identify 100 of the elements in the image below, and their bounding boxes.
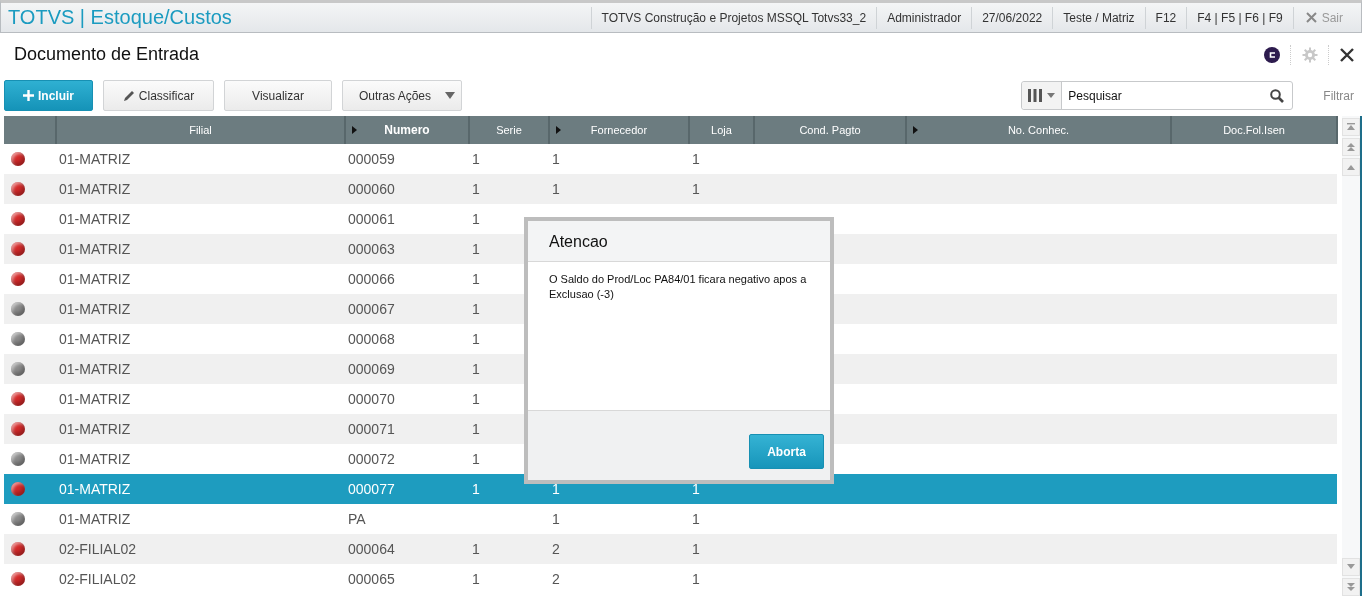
dialog-message: O Saldo do Prod/Loc PA84/01 ficara negativo apos a Exclusao (-3) xyxy=(548,272,808,302)
column-header[interactable]: Cond. Pagto xyxy=(754,116,906,144)
table-cell: 02-FILIAL02 xyxy=(59,541,137,557)
chat-icon[interactable] xyxy=(1264,46,1280,63)
plus-icon xyxy=(23,90,34,101)
column-header[interactable]: Fornecedor xyxy=(549,116,689,144)
page-title: Documento de Entrada xyxy=(14,44,201,65)
table-cell: 01-MATRIZ xyxy=(59,511,131,527)
top-arrow-icon xyxy=(1346,122,1356,132)
table-cell: 1 xyxy=(692,511,700,527)
table-cell: 01-MATRIZ xyxy=(59,211,131,227)
column-header[interactable]: Loja xyxy=(689,116,754,144)
table-cell: 01-MATRIZ xyxy=(59,481,131,497)
double-arrow-icon xyxy=(1346,582,1356,592)
table-cell: 1 xyxy=(472,211,480,227)
table-cell: 000077 xyxy=(348,481,395,497)
dialog-title: Atencao xyxy=(528,221,830,262)
expand-icon[interactable] xyxy=(556,126,561,134)
table-cell: 000072 xyxy=(348,451,395,467)
table-cell: 000059 xyxy=(348,151,395,167)
table-cell: 000067 xyxy=(348,301,395,317)
table-cell: 01-MATRIZ xyxy=(59,421,131,437)
filter-link[interactable]: Filtrar xyxy=(1323,88,1354,103)
scroll-down-button[interactable] xyxy=(1342,558,1360,576)
table-cell: 1 xyxy=(472,571,480,587)
table-cell: 2 xyxy=(552,541,560,557)
expand-icon[interactable] xyxy=(913,126,918,134)
table-cell: 1 xyxy=(552,481,560,497)
table-cell: 000069 xyxy=(348,361,395,377)
close-icon[interactable] xyxy=(1340,47,1354,62)
column-header[interactable]: Numero xyxy=(345,116,469,144)
header-item: TOTVS Construção e Projetos MSSQL Totvs33_2 xyxy=(590,6,877,29)
toolbar-button[interactable]: Classificar xyxy=(103,80,214,111)
table-cell: 1 xyxy=(552,151,560,167)
table-cell: 000066 xyxy=(348,271,395,287)
abort-button[interactable]: Aborta xyxy=(749,434,824,469)
header-item: F4 | F5 | F6 | F9 xyxy=(1186,6,1293,29)
table-cell: 000070 xyxy=(348,391,395,407)
table-cell: 1 xyxy=(472,481,480,497)
exit-button[interactable]: Sair xyxy=(1292,6,1361,29)
table-cell: 1 xyxy=(472,421,480,437)
column-header[interactable]: Filial xyxy=(56,116,345,144)
table-cell: 1 xyxy=(472,181,480,197)
header-item: F12 xyxy=(1144,6,1187,29)
header-item: Teste / Matriz xyxy=(1052,6,1145,29)
table-cell: 1 xyxy=(472,541,480,557)
close-icon xyxy=(1305,12,1317,23)
table-cell: 1 xyxy=(692,151,700,167)
header-item: Administrador xyxy=(876,6,972,29)
table-cell: 000068 xyxy=(348,331,395,347)
expand-icon[interactable] xyxy=(352,126,357,134)
table-cell: PA xyxy=(348,511,366,527)
caret-icon xyxy=(445,92,455,99)
scroll-top-button[interactable] xyxy=(1342,118,1360,136)
table-cell: 1 xyxy=(472,451,480,467)
column-header[interactable]: No. Conhec. xyxy=(906,116,1171,144)
table-cell: 01-MATRIZ xyxy=(59,391,131,407)
table-cell: 1 xyxy=(472,391,480,407)
table-cell: 000064 xyxy=(348,541,395,557)
table-cell: 1 xyxy=(552,181,560,197)
columns-button[interactable] xyxy=(1022,82,1063,109)
table-cell: 1 xyxy=(472,151,480,167)
table-cell: 1 xyxy=(692,571,700,587)
table-cell: 01-MATRIZ xyxy=(59,241,131,257)
toolbar-button[interactable]: Incluir xyxy=(4,80,93,111)
table-cell: 02-FILIAL02 xyxy=(59,571,137,587)
table-cell: 000071 xyxy=(348,421,395,437)
pencil-icon xyxy=(122,89,135,102)
scrollbar[interactable] xyxy=(1342,116,1362,596)
table-cell: 1 xyxy=(472,331,480,347)
table-cell: 01-MATRIZ xyxy=(59,301,131,317)
scroll-up-button[interactable] xyxy=(1342,158,1360,176)
page-down-button[interactable] xyxy=(1342,578,1360,596)
header-item: 27/06/2022 xyxy=(971,6,1053,29)
table-cell: 2 xyxy=(552,571,560,587)
columns-icon xyxy=(1028,89,1043,102)
table-cell: 01-MATRIZ xyxy=(59,451,131,467)
column-header[interactable]: Doc.Fol.Isen xyxy=(1171,116,1337,144)
table-cell: 01-MATRIZ xyxy=(59,361,131,377)
table-cell: 1 xyxy=(692,481,700,497)
table-cell: 000061 xyxy=(348,211,395,227)
toolbar-button[interactable]: Visualizar xyxy=(224,80,332,111)
page-up-button[interactable] xyxy=(1342,138,1360,156)
table-cell: 01-MATRIZ xyxy=(59,331,131,347)
table-cell: 1 xyxy=(472,301,480,317)
table-cell: 1 xyxy=(472,271,480,287)
table-cell: 1 xyxy=(692,541,700,557)
table-cell: 000063 xyxy=(348,241,395,257)
column-header[interactable]: Serie xyxy=(469,116,549,144)
app-title: TOTVS | Estoque/Custos xyxy=(7,6,233,29)
double-arrow-icon xyxy=(1346,142,1356,152)
table-cell: 1 xyxy=(552,511,560,527)
search-icon[interactable] xyxy=(1270,88,1285,103)
search-field[interactable]: Pesquisar xyxy=(1021,81,1294,110)
menu-button[interactable]: Outras Ações xyxy=(342,80,462,111)
table-cell: 01-MATRIZ xyxy=(59,271,131,287)
table-cell: 1 xyxy=(692,181,700,197)
table-cell: 000060 xyxy=(348,181,395,197)
header-cell xyxy=(4,116,56,144)
table-cell: 01-MATRIZ xyxy=(59,151,131,167)
